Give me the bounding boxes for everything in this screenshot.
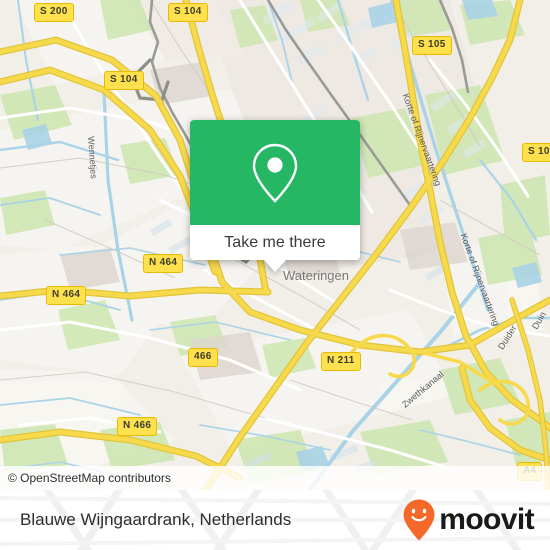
popup-marker-area [190, 120, 360, 225]
popup-tail [264, 260, 286, 272]
road-shield[interactable]: N 464 [143, 254, 184, 273]
road-shield[interactable]: S 104 [168, 3, 208, 22]
road-shield[interactable]: S 200 [34, 3, 74, 22]
map-pin-icon [252, 143, 298, 203]
moovit-logo[interactable]: moovit [402, 490, 535, 550]
footer-bar: Blauwe Wijngaardrank, Netherlands moovit [0, 490, 550, 550]
moovit-wordmark: moovit [439, 503, 534, 536]
road-shield[interactable]: N 466 [117, 417, 158, 436]
road-shield[interactable]: S 105 [412, 36, 452, 55]
attribution-bar: © OpenStreetMap contributors [0, 466, 550, 490]
road-shield[interactable]: 466 [188, 348, 218, 367]
osm-attribution-text[interactable]: © OpenStreetMap contributors [8, 471, 171, 485]
popup-body[interactable]: Take me there [190, 120, 360, 260]
road-shield[interactable]: S 106 [522, 143, 550, 162]
moovit-smiley-pin-icon [403, 499, 435, 541]
road-shield[interactable]: S 104 [104, 71, 144, 90]
map-canvas[interactable]: Wennetjes Korte of Rijnervaartering Kort… [0, 0, 550, 490]
map-screenshot: Wennetjes Korte of Rijnervaartering Kort… [0, 0, 550, 550]
road-shield[interactable]: N 211 [321, 352, 361, 371]
take-me-there-label[interactable]: Take me there [190, 225, 360, 260]
take-me-there-popup[interactable]: Take me there [190, 120, 360, 272]
road-shield[interactable]: N 464 [46, 286, 87, 305]
location-title: Blauwe Wijngaardrank, Netherlands [20, 510, 292, 529]
place-label-wateringen: Wateringen [283, 268, 349, 283]
